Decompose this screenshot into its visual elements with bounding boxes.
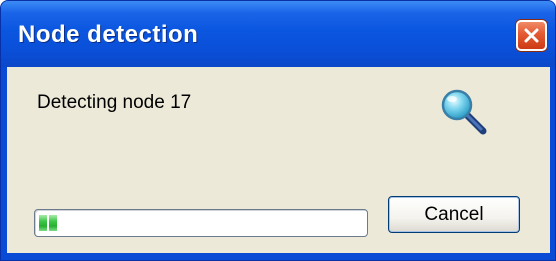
title-bar[interactable]: Node detection <box>1 1 555 67</box>
node-detection-dialog: Node detection Detecting node 17 Cancel <box>0 0 556 261</box>
progress-bar <box>34 209 368 237</box>
cancel-button[interactable]: Cancel <box>388 196 520 233</box>
status-message: Detecting node 17 <box>37 92 192 113</box>
progress-block <box>39 215 47 231</box>
progress-fill <box>39 215 57 231</box>
close-button[interactable] <box>516 20 547 51</box>
dialog-body: Detecting node 17 Cancel <box>7 67 550 253</box>
close-icon <box>524 28 539 43</box>
search-icon <box>441 89 487 135</box>
progress-block <box>49 215 57 231</box>
window-title: Node detection <box>18 21 199 48</box>
